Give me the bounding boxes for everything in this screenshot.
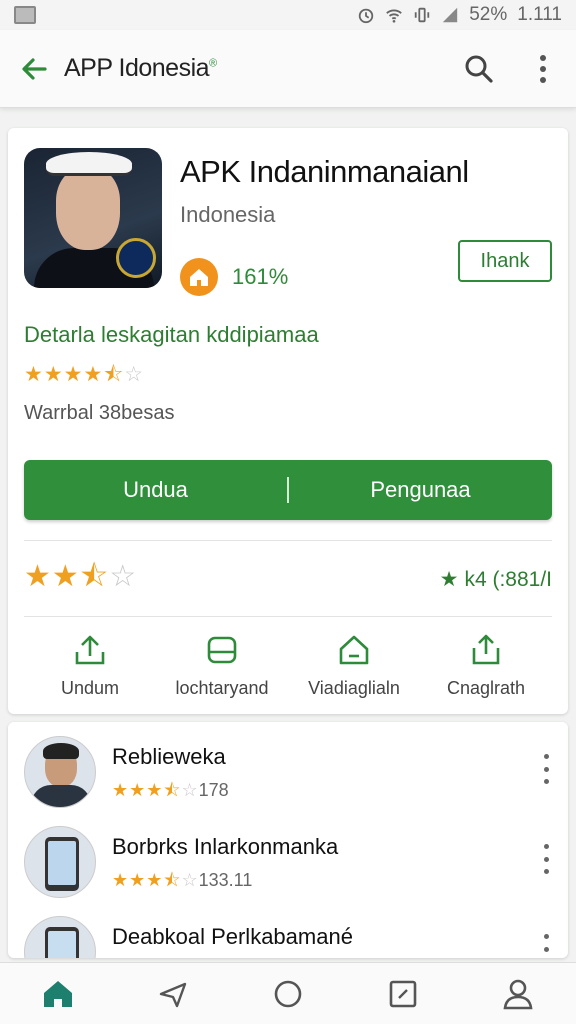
list-item[interactable]: Deabkoal Perlkabamané [8,908,568,958]
app-developer: Indonesia [180,202,276,227]
star-icon: ★ [439,568,459,591]
list-item[interactable]: Borbrks Inlarkonmanka ★★★⯪☆133.11 [8,818,568,908]
action-viadiaglialn[interactable]: Viadiaglialn [288,632,420,699]
related-apps-card: Reblieweka ★★★⯪☆178 Borbrks Inlarkonmank… [8,722,568,958]
battery-percent: 52% [469,4,508,25]
rating-count: ★ k4 (:881/I [439,567,552,592]
search-icon [465,55,493,83]
app-bar-title: APP Idonesia® [64,54,217,82]
divider [24,616,552,617]
vibrate-icon [415,7,430,23]
nav-profile[interactable] [498,974,538,1014]
emblem-icon [116,238,156,278]
share-icon [472,634,500,665]
action-row: Undum lochtaryand Viadiaglialn Cnaglrath [24,632,552,699]
home-badge-icon [180,258,218,296]
app-detail-card: APK Indaninmanaianl Indonesia 161% Ihank… [8,128,568,714]
list-item-title: Deabkoal Perlkabamané [112,924,353,949]
send-icon [159,982,186,1007]
app-icon [24,148,162,288]
bottom-navigation [0,962,576,1024]
action-lochtaryand[interactable]: lochtaryand [156,632,288,699]
signal-icon [443,7,458,23]
rank-percent: 161% [232,264,289,289]
review-count: Warrbal 38besas [24,402,175,424]
primary-button-bar: Undua Pengunaa [24,460,552,520]
back-button[interactable] [16,51,52,87]
more-vert-icon[interactable] [536,844,556,874]
wifi-icon [386,9,403,23]
more-vert-icon [540,54,546,83]
nav-send[interactable] [153,974,193,1014]
overflow-menu-button[interactable] [526,52,560,86]
app-name: APK Indaninmanaianl [180,154,469,189]
nav-square[interactable] [383,974,423,1014]
list-item-rating: ★★★⯪☆133.11 [112,870,253,890]
description-title: Detarla leskagitan kddipiamaa [24,322,319,347]
avatar [24,916,96,958]
upload-icon [75,635,105,665]
arrow-left-icon [22,57,47,80]
status-bar: 52% 1.111 [0,0,576,30]
rating-row: ★★⯪☆ ★ k4 (:881/I [24,554,552,605]
circle-icon [274,980,302,1007]
avatar [24,826,96,898]
image-notification-icon [14,6,36,24]
avatar [24,736,96,808]
description-rating-stars: ★★★★⯪☆ [24,363,145,386]
action-undum[interactable]: Undum [24,632,156,699]
rank-button[interactable]: Ihank [458,240,552,282]
home-share-icon [339,635,369,665]
status-time: 1.111 [517,4,562,25]
rating-stars[interactable]: ★★⯪☆ [24,554,137,605]
list-item-title: Reblieweka [112,744,226,769]
search-button[interactable] [462,52,496,86]
device-icon [207,636,237,664]
more-vert-icon[interactable] [536,754,556,784]
list-item-title: Borbrks Inlarkonmanka [112,834,339,859]
alarm-icon [359,8,374,24]
nav-circle[interactable] [268,974,308,1014]
list-item-rating: ★★★⯪☆178 [112,780,229,800]
download-button[interactable]: Undua [24,477,287,503]
more-vert-icon[interactable] [536,934,556,958]
nav-home[interactable] [38,974,78,1014]
person-icon [503,979,533,1009]
home-icon [43,980,72,1007]
divider [24,540,552,541]
list-item[interactable]: Reblieweka ★★★⯪☆178 [8,728,568,818]
app-bar: APP Idonesia® [0,30,576,108]
rank-badge: 161% [180,258,288,296]
square-icon [389,980,417,1007]
usage-button[interactable]: Pengunaa [289,477,552,503]
action-cnaglrath[interactable]: Cnaglrath [420,632,552,699]
